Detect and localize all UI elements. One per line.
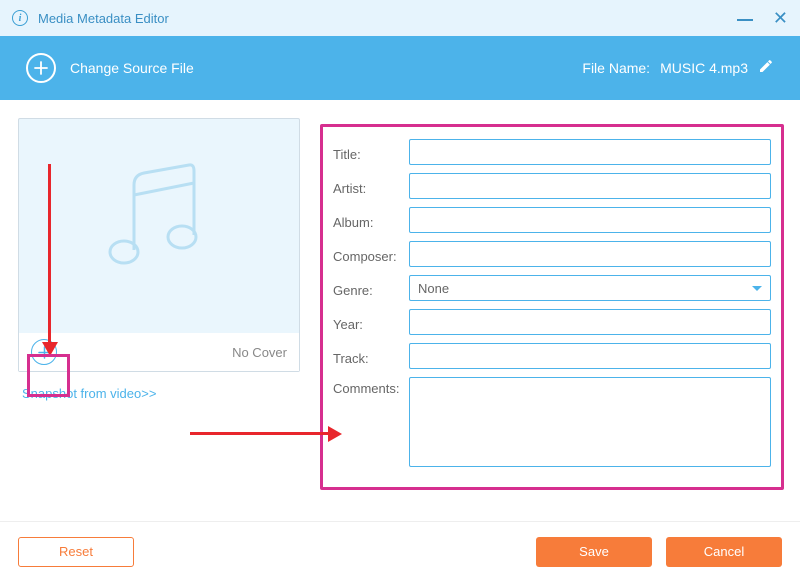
comments-label: Comments: bbox=[333, 377, 409, 396]
genre-select[interactable]: None bbox=[409, 275, 771, 301]
cover-column: No Cover Snapshot from video>> bbox=[18, 118, 320, 490]
snapshot-link[interactable]: Snapshot from video>> bbox=[22, 386, 156, 401]
cancel-button[interactable]: Cancel bbox=[666, 537, 782, 567]
cover-preview: No Cover bbox=[18, 118, 300, 372]
plus-icon bbox=[38, 346, 51, 359]
year-input[interactable] bbox=[409, 309, 771, 335]
artist-input[interactable] bbox=[409, 173, 771, 199]
metadata-form: Title: Artist: Album: Composer: Genre: N… bbox=[320, 124, 784, 490]
close-button[interactable]: ✕ bbox=[773, 8, 788, 29]
content-area: No Cover Snapshot from video>> Title: Ar… bbox=[0, 100, 800, 490]
form-column: Title: Artist: Album: Composer: Genre: N… bbox=[320, 118, 784, 490]
no-cover-label: No Cover bbox=[232, 345, 287, 360]
save-button[interactable]: Save bbox=[536, 537, 652, 567]
title-input[interactable] bbox=[409, 139, 771, 165]
album-input[interactable] bbox=[409, 207, 771, 233]
edit-filename-button[interactable] bbox=[758, 58, 774, 79]
filename-label: File Name: bbox=[582, 60, 650, 76]
genre-label: Genre: bbox=[333, 279, 409, 298]
filename-value: MUSIC 4.mp3 bbox=[660, 60, 748, 76]
pencil-icon bbox=[758, 58, 774, 74]
chevron-down-icon bbox=[752, 286, 762, 291]
info-icon: i bbox=[12, 10, 28, 26]
cover-bottom-bar: No Cover bbox=[19, 333, 299, 371]
window-title: Media Metadata Editor bbox=[38, 11, 737, 26]
window-controls: ✕ bbox=[737, 8, 788, 29]
plus-icon bbox=[34, 61, 48, 75]
album-label: Album: bbox=[333, 211, 409, 230]
artist-label: Artist: bbox=[333, 177, 409, 196]
composer-label: Composer: bbox=[333, 245, 409, 264]
change-source-label[interactable]: Change Source File bbox=[70, 60, 194, 76]
titlebar: i Media Metadata Editor ✕ bbox=[0, 0, 800, 36]
track-input[interactable] bbox=[409, 343, 771, 369]
genre-value: None bbox=[418, 281, 449, 296]
title-label: Title: bbox=[333, 143, 409, 162]
year-label: Year: bbox=[333, 313, 409, 332]
composer-input[interactable] bbox=[409, 241, 771, 267]
reset-button[interactable]: Reset bbox=[18, 537, 134, 567]
music-note-icon bbox=[94, 155, 224, 285]
add-cover-button[interactable] bbox=[31, 339, 57, 365]
comments-input[interactable] bbox=[409, 377, 771, 467]
track-label: Track: bbox=[333, 347, 409, 366]
footer: Reset Save Cancel bbox=[0, 521, 800, 581]
toolbar: Change Source File File Name: MUSIC 4.mp… bbox=[0, 36, 800, 100]
minimize-button[interactable] bbox=[737, 8, 753, 29]
change-source-button[interactable] bbox=[26, 53, 56, 83]
